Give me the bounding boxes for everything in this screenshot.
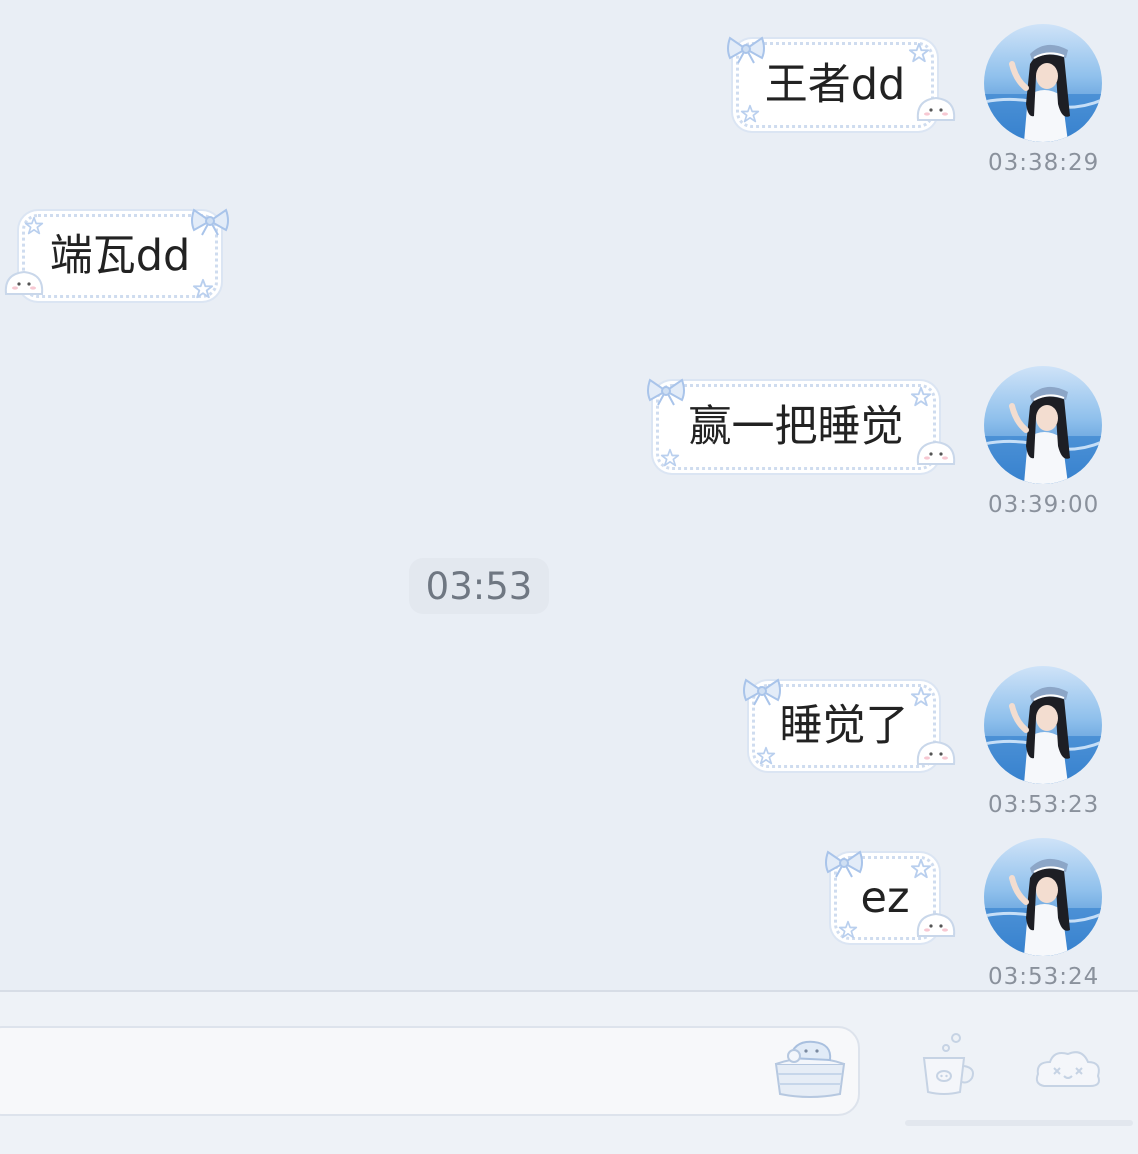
message-text: 端瓦dd [49, 230, 191, 281]
bun-decoration-icon [914, 906, 958, 942]
message-row: 端瓦dd [0, 190, 1138, 320]
avatar[interactable] [984, 838, 1102, 956]
bow-decoration-icon [824, 848, 864, 878]
bun-decoration-icon [914, 734, 958, 770]
message-bubble[interactable]: 端瓦dd [22, 214, 218, 298]
star-decoration-icon [910, 858, 932, 880]
star-decoration-icon [192, 278, 214, 300]
avatar[interactable] [984, 366, 1102, 484]
chat-area[interactable]: 王者dd 03:38:29 端瓦dd 赢一把睡觉 03:39:00 03:53 [0, 0, 1138, 990]
message-bubble[interactable]: 赢一把睡觉 [656, 384, 936, 470]
star-decoration-icon [838, 920, 858, 940]
message-text: ez [860, 872, 910, 923]
input-bar [0, 990, 1138, 1154]
message-row: 王者dd 03:38:29 [0, 0, 1138, 190]
bow-decoration-icon [726, 34, 766, 64]
message-text: 王者dd [764, 59, 906, 110]
bow-decoration-icon [190, 206, 230, 236]
message-row: 赢一把睡觉 03:39:00 [0, 340, 1138, 530]
star-decoration-icon [910, 386, 932, 408]
message-timestamp: 03:39:00 [988, 492, 1100, 518]
message-text: 赢一把睡觉 [688, 401, 904, 452]
star-decoration-icon [756, 746, 776, 766]
message-row: 睡觉了 03:53:23 [0, 640, 1138, 830]
cake-sticker-icon[interactable] [770, 1034, 850, 1100]
bun-decoration-icon [914, 90, 958, 126]
message-timestamp: 03:53:24 [988, 964, 1100, 990]
star-decoration-icon [24, 216, 44, 236]
bow-decoration-icon [742, 676, 782, 706]
star-decoration-icon [740, 104, 760, 124]
avatar[interactable] [984, 24, 1102, 142]
star-decoration-icon [908, 42, 930, 64]
bun-decoration-icon [914, 434, 958, 470]
message-timestamp: 03:38:29 [988, 150, 1100, 176]
message-row: ez 03:53:24 [0, 830, 1138, 990]
message-timestamp: 03:53:23 [988, 792, 1100, 818]
message-text: 睡觉了 [779, 700, 909, 751]
message-input[interactable] [0, 1026, 860, 1116]
cup-icon[interactable] [918, 1032, 978, 1098]
bun-decoration-icon [2, 264, 46, 300]
avatar[interactable] [984, 666, 1102, 784]
cloud-emoji-icon[interactable] [1034, 1046, 1102, 1092]
star-decoration-icon [660, 448, 680, 468]
star-decoration-icon [910, 686, 932, 708]
time-divider: 03:53 [409, 558, 549, 614]
bow-decoration-icon [646, 376, 686, 406]
home-indicator [905, 1120, 1133, 1126]
